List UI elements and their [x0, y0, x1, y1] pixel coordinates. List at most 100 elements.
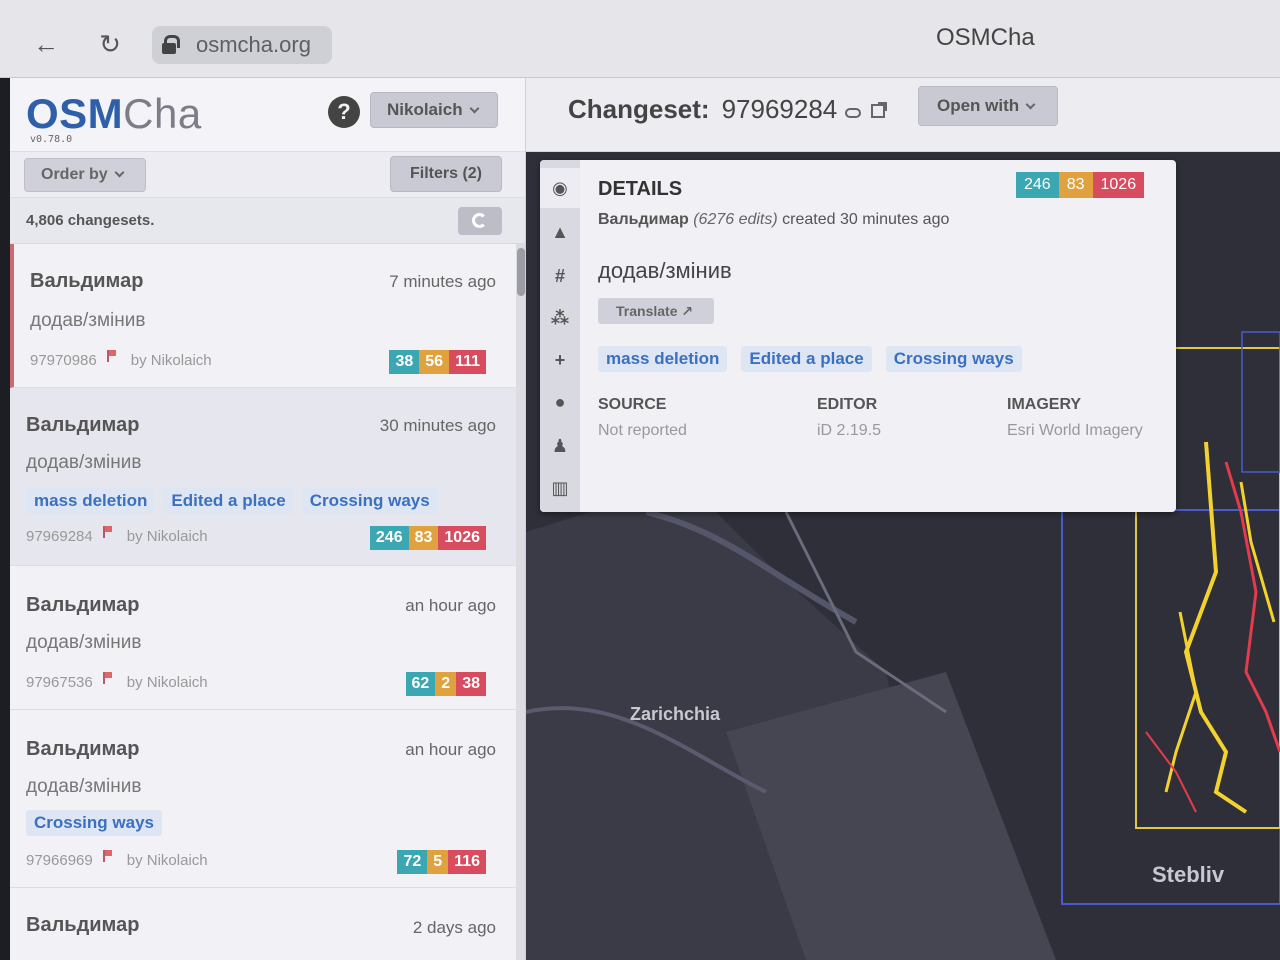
changeset-count: 4,806 changesets.	[26, 212, 155, 229]
card-time: 30 minutes ago	[379, 416, 496, 435]
hash-icon[interactable]: #	[540, 256, 580, 296]
filters-button[interactable]: Filters (2)	[390, 156, 502, 192]
source-value: Not reported	[598, 422, 687, 439]
tag-crossing-ways[interactable]: Crossing ways	[26, 810, 162, 836]
deleted-count: 1026	[1092, 172, 1145, 198]
user-menu-button[interactable]: Nikolaich	[370, 92, 498, 128]
modified-count: 56	[419, 350, 450, 374]
deleted-count: 116	[448, 850, 486, 874]
chevron-down-icon	[1025, 99, 1036, 110]
details-title: DETAILS	[598, 178, 683, 200]
card-stats: 246 83 1026	[369, 526, 486, 550]
card-user: Вальдимар	[26, 914, 140, 936]
editor-column: EDITOR iD 2.19.5	[817, 396, 881, 440]
changeset-card[interactable]: Вальдимар 7 minutes ago додав/змінив 979…	[10, 244, 516, 388]
card-comment: додав/змінив	[30, 310, 146, 331]
tag-mass-deletion[interactable]: mass deletion	[26, 488, 156, 514]
changeset-card[interactable]: Вальдимар an hour ago додав/змінив 97967…	[10, 566, 516, 710]
deleted-count: 111	[449, 350, 486, 374]
address-bar[interactable]: osmcha.org	[152, 26, 332, 64]
flag-icon	[106, 350, 117, 362]
tag-edited-place[interactable]: Edited a place	[741, 346, 872, 372]
back-arrow-icon[interactable]: ←	[28, 26, 64, 62]
reload-icon[interactable]: ↻	[92, 26, 128, 62]
browser-toolbar: ← ↻ osmcha.org OSMCha	[0, 0, 1280, 78]
app-logo[interactable]: OSMCha	[26, 92, 202, 136]
added-count: 246	[1016, 172, 1059, 198]
card-id: 97970986 by Nikolaich	[30, 350, 212, 369]
card-time: an hour ago	[405, 740, 496, 759]
details-tags: mass deletion Edited a place Crossing ways	[598, 346, 1036, 372]
card-time: 7 minutes ago	[389, 272, 496, 291]
details-stats: 246 83 1026	[1016, 172, 1145, 198]
map-label-zarichchia: Zarichchia	[630, 704, 721, 724]
list-scrollbar[interactable]	[516, 244, 525, 960]
changeset-card[interactable]: Вальдимар an hour ago додав/змінив Cross…	[10, 710, 516, 888]
link-icon[interactable]	[845, 108, 862, 118]
modified-count: 83	[1058, 172, 1093, 198]
details-created: created 30 minutes ago	[782, 211, 950, 228]
details-edits: (6276 edits)	[693, 211, 778, 228]
details-meta: Вальдимар (6276 edits) created 30 minute…	[598, 211, 949, 229]
added-count: 62	[405, 672, 436, 696]
card-stats: 72 5 116	[397, 850, 486, 874]
card-user: Вальдимар	[30, 270, 144, 292]
user-icon[interactable]: ♟	[540, 426, 580, 466]
translate-button[interactable]: Translate ↗	[598, 298, 714, 324]
changeset-id: 97969284	[721, 94, 838, 124]
list-toolbar: Order by Filters (2)	[10, 152, 525, 198]
details-comment: додав/змінив	[598, 258, 732, 283]
plus-icon[interactable]: +	[540, 340, 580, 380]
eye-icon[interactable]: ◉	[540, 168, 580, 208]
map-label-stebliv: Stebliv	[1152, 862, 1225, 887]
flag-icon	[102, 850, 113, 862]
tag-crossing-ways[interactable]: Crossing ways	[301, 488, 438, 514]
chevron-down-icon	[469, 103, 480, 114]
editor-label: EDITOR	[817, 396, 878, 413]
changeset-list: Вальдимар 7 minutes ago додав/змінив 979…	[10, 244, 516, 960]
card-user: Вальдимар	[26, 414, 140, 436]
deleted-count: 1026	[438, 526, 486, 550]
sidebar-header: OSMCha v0.78.0 ? Nikolaich	[10, 78, 525, 152]
added-count: 38	[389, 350, 420, 374]
user-menu-label: Nikolaich	[387, 100, 463, 119]
tag-mass-deletion[interactable]: mass deletion	[598, 346, 728, 372]
details-user[interactable]: Вальдимар	[598, 211, 689, 228]
changeset-card[interactable]: Вальдимар 2 days ago	[10, 888, 516, 960]
chevron-down-icon	[114, 167, 125, 178]
refresh-icon	[472, 213, 487, 228]
external-link-icon[interactable]	[871, 102, 888, 118]
refresh-button[interactable]	[458, 207, 502, 235]
tag-edited-place[interactable]: Edited a place	[163, 488, 294, 514]
open-with-button[interactable]: Open with	[918, 86, 1058, 126]
flag-icon	[102, 672, 113, 684]
deleted-count: 38	[456, 672, 486, 696]
tags-icon[interactable]: ⁂	[540, 298, 580, 338]
imagery-column: IMAGERY Esri World Imagery	[1007, 396, 1143, 440]
source-column: SOURCE Not reported	[598, 396, 687, 440]
help-icon[interactable]: ?	[328, 96, 360, 128]
warning-icon[interactable]: ▲	[540, 212, 580, 252]
card-id: 97967536 by Nikolaich	[26, 672, 208, 691]
source-label: SOURCE	[598, 396, 667, 413]
card-time: an hour ago	[405, 596, 496, 615]
card-id: 97966969 by Nikolaich	[26, 850, 208, 869]
modified-count: 2	[435, 672, 457, 696]
changeset-card-selected[interactable]: Вальдимар 30 minutes ago додав/змінив ma…	[10, 388, 516, 566]
card-user: Вальдимар	[26, 594, 140, 616]
external-link-icon: ↗	[681, 303, 694, 319]
card-comment: додав/змінив	[26, 632, 142, 653]
map-icon[interactable]: ▥	[540, 468, 580, 508]
card-tags: Crossing ways	[26, 810, 170, 836]
card-time: 2 days ago	[412, 918, 496, 937]
card-tags: mass deletion Edited a place Crossing ways	[26, 488, 446, 514]
added-count: 72	[397, 850, 428, 874]
scroll-thumb[interactable]	[517, 248, 525, 296]
window-title: OSMCha	[936, 24, 1035, 51]
changeset-sidebar: OSMCha v0.78.0 ? Nikolaich Order by Filt…	[10, 78, 526, 960]
tag-crossing-ways[interactable]: Crossing ways	[885, 346, 1022, 372]
address-text: osmcha.org	[196, 32, 311, 57]
comment-icon[interactable]: ●	[540, 382, 580, 422]
changeset-header: Changeset: 97969284 Open with	[526, 78, 1280, 152]
order-by-button[interactable]: Order by	[24, 158, 146, 192]
